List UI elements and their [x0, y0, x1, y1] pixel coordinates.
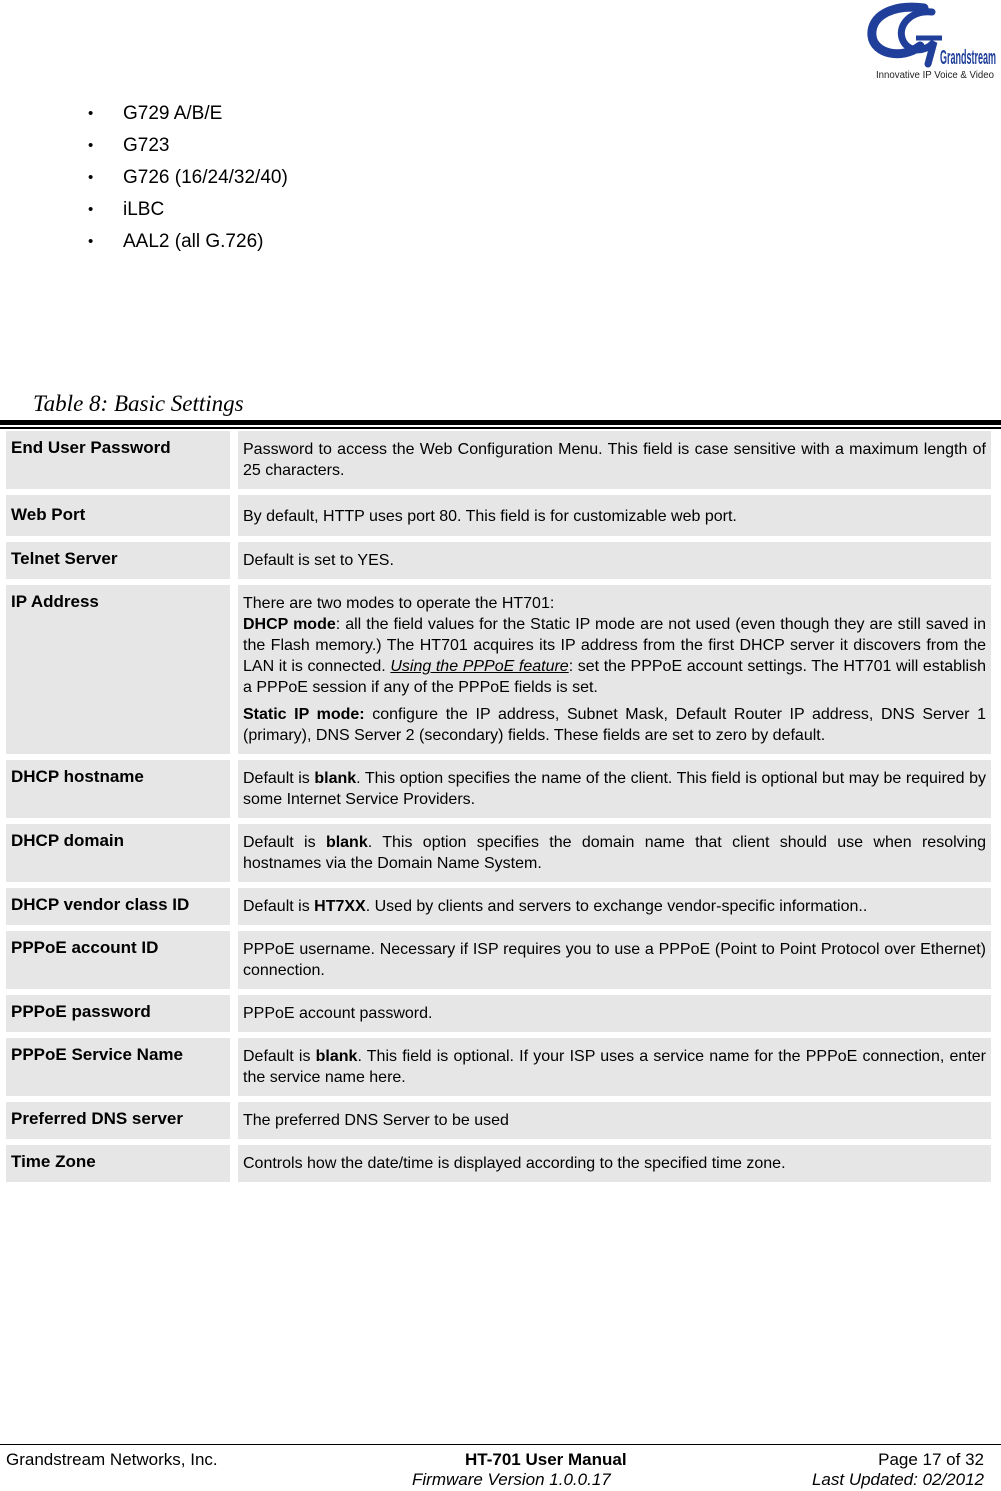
setting-description: Default is blank. This option specifies … [238, 760, 991, 818]
setting-description: There are two modes to operate the HT701… [238, 585, 991, 754]
description-bold: HT7XX [314, 898, 366, 915]
setting-description: PPPoE account password. [238, 995, 991, 1032]
footer-divider [0, 1444, 1001, 1445]
description-bold: blank [325, 834, 368, 851]
setting-name: DHCP domain [6, 824, 230, 882]
table-row: DHCP vendor class ID Default is HT7XX. U… [6, 888, 991, 925]
description-text: By default, HTTP uses port 80. This fiel… [243, 508, 737, 525]
table-row: Preferred DNS server The preferred DNS S… [6, 1102, 991, 1139]
setting-description: Default is blank. This option specifies … [238, 824, 991, 882]
description-paragraph: There are two modes to operate the HT701… [243, 593, 986, 698]
grandstream-logo: Grandstream Innovative IP Voice & Video [862, 2, 998, 86]
codec-label: G729 A/B/E [123, 103, 223, 124]
setting-description: Default is blank. This field is optional… [238, 1038, 991, 1096]
description-text: Password to access the Web Configuration… [243, 441, 986, 479]
setting-name: PPPoE password [6, 995, 230, 1032]
setting-name: Time Zone [6, 1145, 230, 1182]
description-text: . Used by clients and servers to exchang… [365, 898, 868, 915]
description-bold: blank [315, 1048, 358, 1065]
setting-name: DHCP vendor class ID [6, 888, 230, 925]
logo-tagline: Innovative IP Voice & Video [876, 70, 994, 81]
bullet-icon: • [88, 137, 94, 154]
setting-description: Default is set to YES. [238, 542, 991, 579]
footer-firmware-version: Firmware Version 1.0.0.17 [412, 1470, 611, 1489]
setting-name: IP Address [6, 585, 230, 754]
codec-label: G726 (16/24/32/40) [123, 167, 288, 188]
setting-name: PPPoE Service Name [6, 1038, 230, 1096]
table-row: DHCP domain Default is blank. This optio… [6, 824, 991, 882]
logo-brand-text: Grandstream [940, 47, 996, 69]
footer-page-number: Page 17 of 32 [878, 1450, 984, 1469]
table-row: Telnet Server Default is set to YES. [6, 542, 991, 579]
description-text: PPPoE account password. [243, 1005, 433, 1022]
bullet-icon: • [88, 169, 94, 186]
table-row: End User Password Password to access the… [6, 431, 991, 489]
list-item: • G729 A/B/E [88, 102, 288, 134]
description-text: Default is [243, 770, 315, 787]
table-row: Web Port By default, HTTP uses port 80. … [6, 495, 991, 536]
description-text: Default is [243, 1048, 316, 1065]
table-row: PPPoE Service Name Default is blank. Thi… [6, 1038, 991, 1096]
table-caption: Table 8: Basic Settings [33, 391, 244, 416]
footer-last-updated: Last Updated: 02/2012 [811, 1470, 984, 1489]
table-top-rule-thin [0, 427, 1001, 429]
footer-company: Grandstream Networks, Inc. [6, 1450, 218, 1469]
setting-name: PPPoE account ID [6, 931, 230, 989]
setting-description: The preferred DNS Server to be used [238, 1102, 991, 1139]
list-item: • iLBC [88, 198, 288, 230]
setting-name: End User Password [6, 431, 230, 489]
setting-description: PPPoE username. Necessary if ISP require… [238, 931, 991, 989]
description-text: PPPoE username. Necessary if ISP require… [243, 941, 986, 979]
codec-list: • G729 A/B/E • G723 • G726 (16/24/32/40) • i… [88, 102, 288, 262]
description-text: Default is [243, 898, 315, 915]
setting-name: Web Port [6, 495, 230, 536]
description-text: There are two modes to operate the HT701… [243, 595, 555, 612]
setting-description: By default, HTTP uses port 80. This fiel… [238, 495, 991, 536]
basic-settings-table: End User Password Password to access the… [6, 431, 991, 1188]
setting-name: DHCP hostname [6, 760, 230, 818]
table-row: DHCP hostname Default is blank. This opt… [6, 760, 991, 818]
codec-label: iLBC [123, 199, 165, 220]
description-text: Default is [243, 834, 326, 851]
setting-name: Telnet Server [6, 542, 230, 579]
bullet-icon: • [88, 233, 94, 250]
pppoe-feature-link[interactable]: Using the PPPoE feature [390, 658, 568, 675]
codec-label: G723 [123, 135, 170, 156]
static-ip-mode-label: Static IP mode: [243, 706, 365, 723]
footer-manual-title: HT-701 User Manual [465, 1450, 627, 1469]
table-top-rule [0, 420, 1001, 425]
list-item: • G723 [88, 134, 288, 166]
dhcp-mode-label: DHCP mode [243, 616, 336, 633]
description-text: Default is set to YES. [243, 552, 394, 569]
bullet-icon: • [88, 201, 94, 218]
setting-description: Default is HT7XX. Used by clients and se… [238, 888, 991, 925]
list-item: • G726 (16/24/32/40) [88, 166, 288, 198]
table-row: Time Zone Controls how the date/time is … [6, 1145, 991, 1182]
description-text: Controls how the date/time is displayed … [243, 1155, 786, 1172]
table-row: PPPoE password PPPoE account password. [6, 995, 991, 1032]
codec-label: AAL2 (all G.726) [123, 231, 264, 252]
description-paragraph: Static IP mode: configure the IP address… [243, 704, 986, 746]
table-row: PPPoE account ID PPPoE username. Necessa… [6, 931, 991, 989]
description-bold: blank [314, 770, 357, 787]
list-item: • AAL2 (all G.726) [88, 230, 288, 262]
table-row: IP Address There are two modes to operat… [6, 585, 991, 754]
setting-name: Preferred DNS server [6, 1102, 230, 1139]
setting-description: Controls how the date/time is displayed … [238, 1145, 991, 1182]
bullet-icon: • [88, 105, 94, 122]
description-text: The preferred DNS Server to be used [243, 1112, 509, 1129]
setting-description: Password to access the Web Configuration… [238, 431, 991, 489]
